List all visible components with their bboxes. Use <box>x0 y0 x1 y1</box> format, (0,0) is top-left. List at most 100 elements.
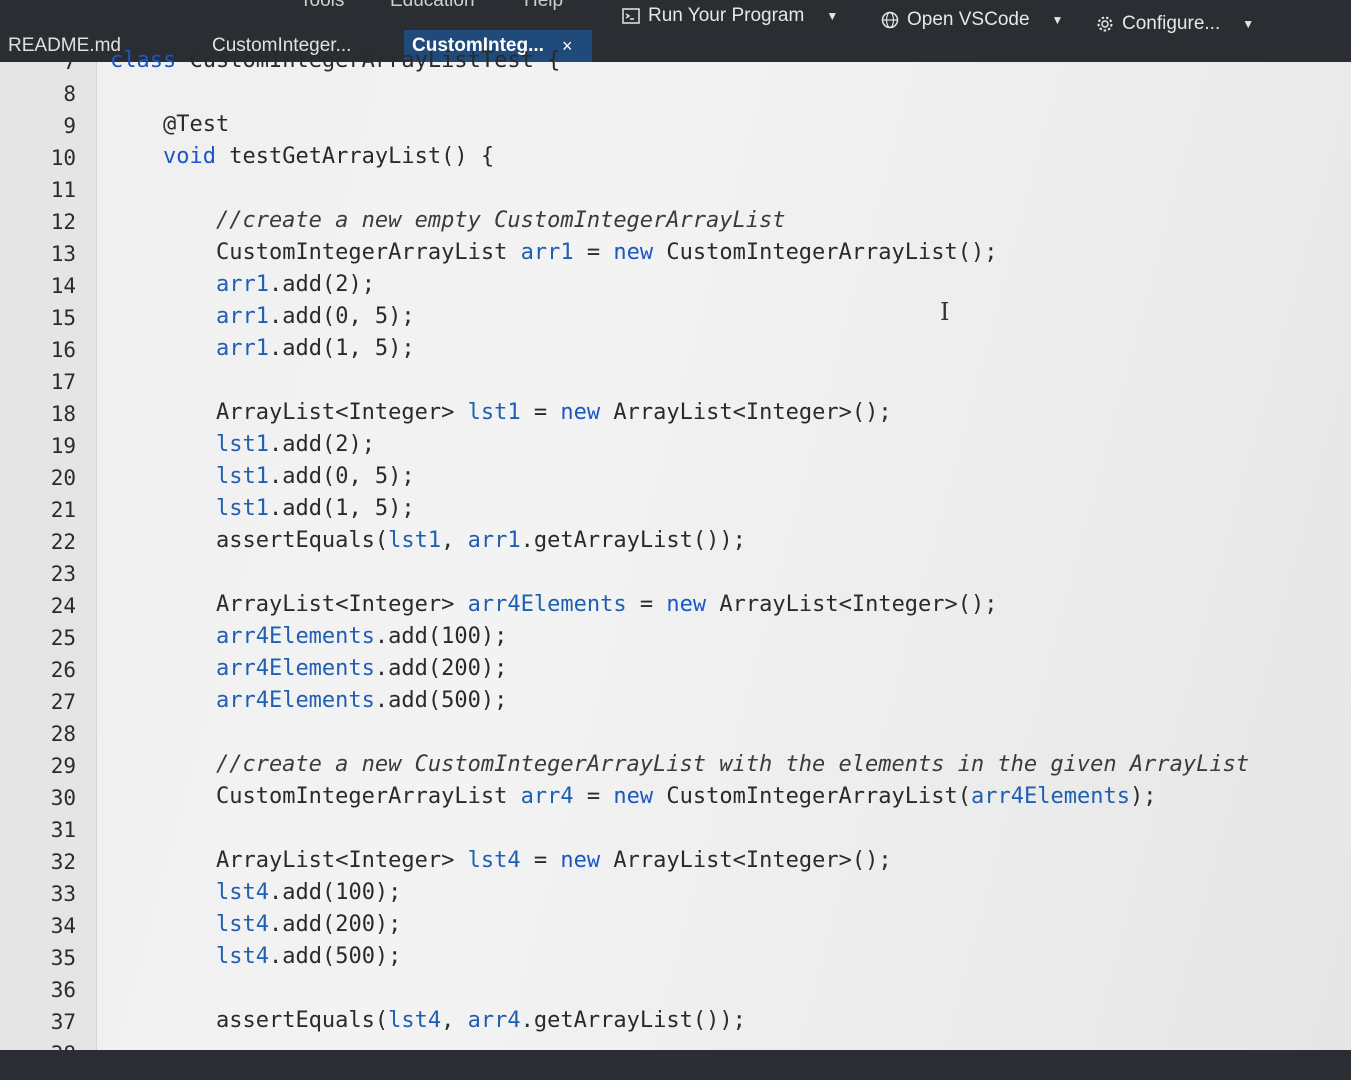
code-text[interactable]: arr1.add(2); <box>110 272 375 297</box>
code-text[interactable]: ArrayList<Integer> arr4Elements = new Ar… <box>110 592 998 617</box>
line-number: 37 <box>50 1010 76 1034</box>
code-line: 14 arr1.add(2); <box>0 270 1351 302</box>
code-line: 7 class CustomIntegerArrayListTest { <box>0 46 1351 78</box>
chevron-down-icon[interactable]: ▼ <box>1052 13 1064 27</box>
menu-tools[interactable]: Tools <box>300 0 344 12</box>
code-line: 26 arr4Elements.add(200); <box>0 654 1351 686</box>
code-text[interactable]: lst4.add(100); <box>110 880 401 905</box>
code-text[interactable]: ArrayList<Integer> lst4 = new ArrayList<… <box>110 848 892 873</box>
code-line: 32 ArrayList<Integer> lst4 = new ArrayLi… <box>0 846 1351 878</box>
code-line: 12 //create a new empty CustomIntegerArr… <box>0 206 1351 238</box>
line-number: 8 <box>63 82 76 106</box>
code-line: 19 lst1.add(2); <box>0 430 1351 462</box>
code-line: 36 <box>0 974 1351 1006</box>
line-number: 19 <box>50 434 76 458</box>
code-text[interactable]: arr4Elements.add(200); <box>110 656 507 681</box>
menu-help[interactable]: Help <box>524 0 563 12</box>
line-number: 18 <box>50 402 76 426</box>
code-line: 34 lst4.add(200); <box>0 910 1351 942</box>
line-number: 27 <box>50 690 76 714</box>
line-number: 11 <box>50 178 76 202</box>
code-text[interactable]: lst4.add(200); <box>110 912 401 937</box>
code-line: 35 lst4.add(500); <box>0 942 1351 974</box>
run-program-button[interactable]: Run Your Program ▼ <box>622 2 838 30</box>
line-number: 20 <box>50 466 76 490</box>
code-text[interactable]: ArrayList<Integer> lst1 = new ArrayList<… <box>110 400 892 425</box>
line-number: 17 <box>50 370 76 394</box>
line-number: 12 <box>50 210 76 234</box>
line-number: 29 <box>50 754 76 778</box>
code-line: 37 assertEquals(lst4, arr4.getArrayList(… <box>0 1006 1351 1038</box>
code-line: 30 CustomIntegerArrayList arr4 = new Cus… <box>0 782 1351 814</box>
line-number: 32 <box>50 850 76 874</box>
code-text[interactable]: assertEquals(lst1, arr1.getArrayList()); <box>110 528 746 553</box>
code-text[interactable]: void testGetArrayList() { <box>110 144 494 169</box>
line-number: 22 <box>50 530 76 554</box>
code-line: 22 assertEquals(lst1, arr1.getArrayList(… <box>0 526 1351 558</box>
code-line: 25 arr4Elements.add(100); <box>0 622 1351 654</box>
code-text[interactable]: arr1.add(0, 5); <box>110 304 415 329</box>
line-number: 33 <box>50 882 76 906</box>
line-number: 31 <box>50 818 76 842</box>
code-line: 27 arr4Elements.add(500); <box>0 686 1351 718</box>
line-number: 30 <box>50 786 76 810</box>
code-text[interactable]: lst4.add(500); <box>110 944 401 969</box>
line-number: 7 <box>63 50 76 74</box>
code-line: 33 lst4.add(100); <box>0 878 1351 910</box>
open-vscode-label: Open VSCode <box>907 9 1030 30</box>
code-text[interactable]: CustomIntegerArrayList arr1 = new Custom… <box>110 240 998 265</box>
line-number: 26 <box>50 658 76 682</box>
code-line: 13 CustomIntegerArrayList arr1 = new Cus… <box>0 238 1351 270</box>
code-line: 11 <box>0 174 1351 206</box>
line-number: 35 <box>50 946 76 970</box>
code-line: 28 <box>0 718 1351 750</box>
line-number: 13 <box>50 242 76 266</box>
code-line: 18 ArrayList<Integer> lst1 = new ArrayLi… <box>0 398 1351 430</box>
line-number: 9 <box>63 114 76 138</box>
line-number: 21 <box>50 498 76 522</box>
line-number: 15 <box>50 306 76 330</box>
code-text[interactable]: @Test <box>110 112 229 137</box>
code-line: 9 @Test <box>0 110 1351 142</box>
code-line: 10 void testGetArrayList() { <box>0 142 1351 174</box>
chevron-down-icon[interactable]: ▼ <box>826 9 838 23</box>
code-text[interactable]: arr4Elements.add(100); <box>110 624 507 649</box>
chevron-down-icon[interactable]: ▼ <box>1242 17 1254 31</box>
terminal-icon <box>622 8 640 24</box>
line-number: 34 <box>50 914 76 938</box>
code-text[interactable]: //create a new CustomIntegerArrayList wi… <box>110 752 1249 777</box>
code-text[interactable]: lst1.add(2); <box>110 432 375 457</box>
line-number: 36 <box>50 978 76 1002</box>
code-line: 15 arr1.add(0, 5); <box>0 302 1351 334</box>
taskbar <box>0 1050 1351 1080</box>
code-text[interactable]: class CustomIntegerArrayListTest { <box>110 48 560 73</box>
code-line: 24 ArrayList<Integer> arr4Elements = new… <box>0 590 1351 622</box>
menu-education[interactable]: Education <box>390 0 475 12</box>
code-text[interactable]: //create a new empty CustomIntegerArrayL… <box>110 208 786 233</box>
line-number: 25 <box>50 626 76 650</box>
code-text[interactable]: lst1.add(0, 5); <box>110 464 415 489</box>
line-number: 10 <box>50 146 76 170</box>
code-line: 17 <box>0 366 1351 398</box>
line-number: 23 <box>50 562 76 586</box>
code-text[interactable]: arr1.add(1, 5); <box>110 336 415 361</box>
line-number: 24 <box>50 594 76 618</box>
code-editor[interactable]: 7 class CustomIntegerArrayListTest { 8 9 @T… <box>0 48 1351 1066</box>
code-line: 21 lst1.add(1, 5); <box>0 494 1351 526</box>
run-program-label: Run Your Program <box>648 5 805 26</box>
line-number: 14 <box>50 274 76 298</box>
globe-icon <box>881 11 899 29</box>
code-line: 31 <box>0 814 1351 846</box>
line-number: 28 <box>50 722 76 746</box>
code-text[interactable]: CustomIntegerArrayList arr4 = new Custom… <box>110 784 1157 809</box>
code-text[interactable]: assertEquals(lst4, arr4.getArrayList()); <box>110 1008 746 1033</box>
code-line: 20 lst1.add(0, 5); <box>0 462 1351 494</box>
code-line: 16 arr1.add(1, 5); <box>0 334 1351 366</box>
text-cursor-icon: I <box>940 298 950 326</box>
code-line: 29 //create a new CustomIntegerArrayList… <box>0 750 1351 782</box>
code-line: 8 <box>0 78 1351 110</box>
code-text[interactable]: lst1.add(1, 5); <box>110 496 415 521</box>
code-text[interactable]: arr4Elements.add(500); <box>110 688 507 713</box>
line-number: 16 <box>50 338 76 362</box>
code-line: 23 <box>0 558 1351 590</box>
